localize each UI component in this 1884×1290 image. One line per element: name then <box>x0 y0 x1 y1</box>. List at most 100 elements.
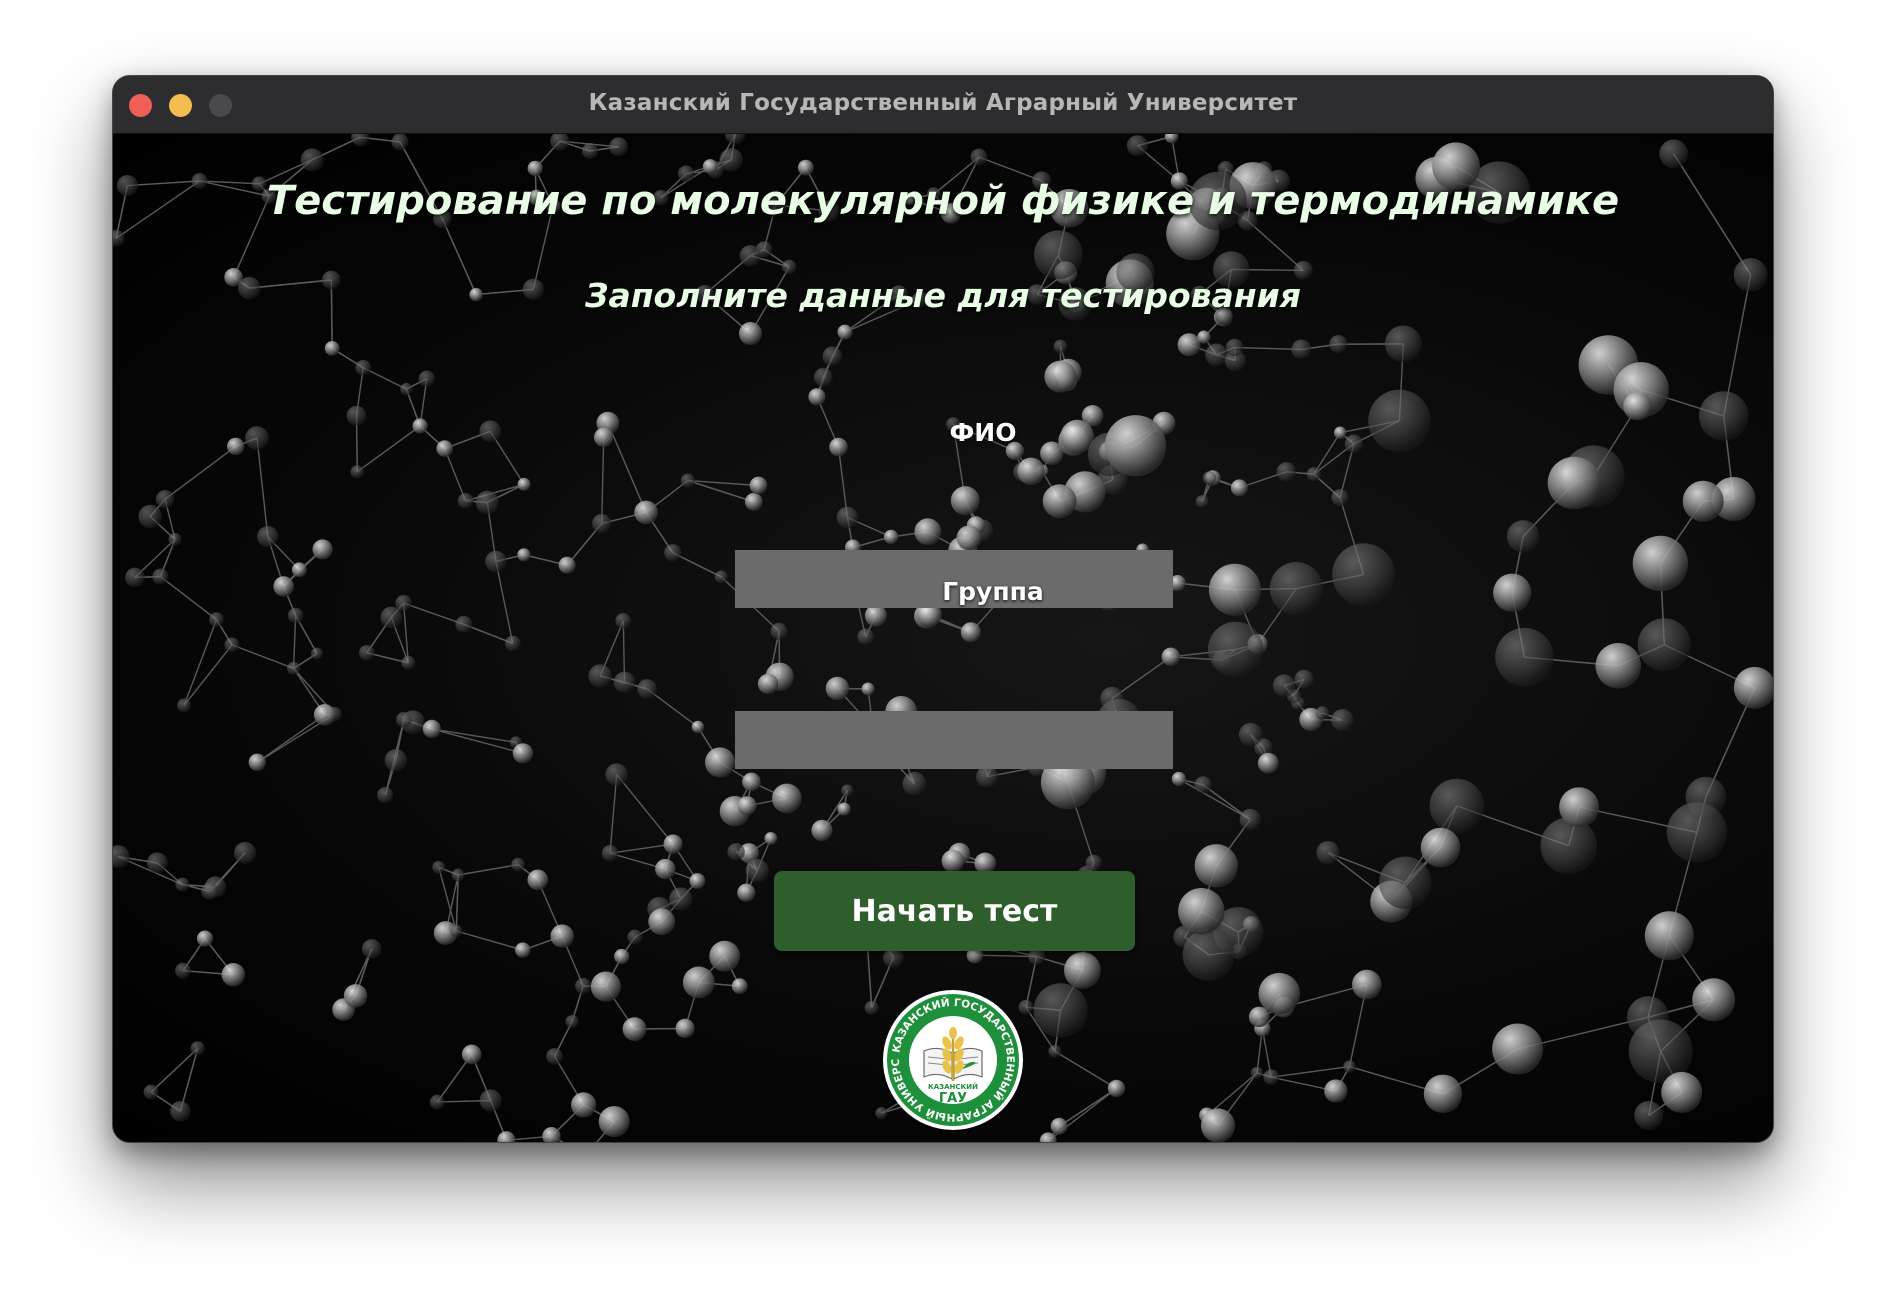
molecule-atom <box>1595 643 1642 689</box>
molecule-atom <box>146 852 168 874</box>
molecule-atom <box>1329 335 1348 354</box>
molecule-atom <box>350 465 364 479</box>
molecule-atom <box>1205 343 1228 367</box>
molecule-atom <box>401 655 416 670</box>
molecule-atom <box>725 134 746 145</box>
molecule-atom <box>1107 1079 1126 1098</box>
molecule-atom <box>1207 621 1264 678</box>
molecule-atom <box>175 962 192 979</box>
molecule-atom <box>527 160 543 176</box>
molecule-atom <box>1250 1066 1264 1079</box>
molecule-atom <box>1177 333 1201 357</box>
start-test-button[interactable]: Начать тест <box>774 871 1135 951</box>
molecule-atom <box>1104 415 1167 477</box>
molecule-atom <box>861 682 875 696</box>
molecule-atom <box>731 978 748 995</box>
molecule-atom <box>749 476 768 495</box>
molecule-atom <box>224 637 240 653</box>
molecule-atom <box>739 245 762 267</box>
molecule-bond <box>256 438 269 537</box>
molecule-atom <box>1197 330 1211 344</box>
molecule-bond <box>1313 432 1341 475</box>
molecule-atom <box>1506 520 1540 553</box>
molecule-bond <box>601 437 605 524</box>
molecule-atom <box>864 604 887 627</box>
molecule-atom <box>1258 972 1301 1015</box>
molecule-atom <box>637 679 657 699</box>
molecule-atom <box>1171 771 1186 787</box>
molecule-atom <box>1623 392 1652 421</box>
molecule-atom <box>436 440 454 457</box>
molecule-bond <box>495 561 514 644</box>
molecule-atom <box>400 382 413 396</box>
molecule-atom <box>634 500 658 525</box>
molecule-atom <box>837 324 853 340</box>
fio-label: ФИО <box>949 418 1017 447</box>
molecule-atom <box>138 504 162 529</box>
group-input[interactable] <box>735 711 1173 769</box>
molecule-atom <box>177 698 192 713</box>
molecule-atom <box>1547 456 1601 510</box>
molecule-atom <box>680 473 696 488</box>
molecule-atom <box>1559 787 1600 828</box>
logo-inner-small-text: КАЗАНСКИЙ <box>928 1082 978 1091</box>
molecule-atom <box>745 859 769 883</box>
molecule-atom <box>675 1018 695 1038</box>
molecule-atom <box>605 763 628 786</box>
molecule-atom <box>1208 563 1261 616</box>
molecule-atom <box>429 1094 445 1110</box>
molecule-atom <box>461 1044 482 1065</box>
molecule-atom <box>1331 489 1349 507</box>
molecule-atom <box>396 711 412 728</box>
molecule-atom <box>1182 928 1235 981</box>
molecule-atom <box>609 137 629 157</box>
molecule-atom <box>190 1041 205 1056</box>
molecule-atom <box>125 567 145 588</box>
molecule-atom <box>1200 1108 1236 1142</box>
molecule-atom <box>1423 1074 1463 1113</box>
molecule-bond <box>607 422 647 513</box>
molecule-atom <box>209 612 224 627</box>
molecule-atom <box>391 134 409 151</box>
molecule-atom <box>201 882 219 900</box>
group-label: Группа <box>942 577 1044 606</box>
molecule-atom <box>377 787 394 804</box>
molecule-atom <box>1692 978 1736 1022</box>
molecule-bond <box>687 479 759 487</box>
molecule-bond <box>159 576 217 621</box>
molecule-atom <box>505 635 521 652</box>
molecule-atom <box>155 490 175 509</box>
molecule-atom <box>1257 752 1279 774</box>
molecule-bond <box>609 774 618 854</box>
molecule-atom <box>757 673 779 695</box>
molecule-atom <box>380 606 403 629</box>
molecule-atom <box>664 544 682 562</box>
molecule-bond <box>150 1047 199 1093</box>
molecule-atom <box>1033 983 1088 1038</box>
molecule-atom <box>941 849 965 873</box>
molecule-atom <box>689 873 706 889</box>
title-bar[interactable]: Казанский Государственный Аграрный Униве… <box>113 76 1773 134</box>
molecule-atom <box>558 556 576 574</box>
molecule-atom <box>1379 856 1432 909</box>
molecule-atom <box>594 427 614 447</box>
molecule-atom <box>1495 627 1554 687</box>
main-content: Тестирование по молекулярной физике и те… <box>113 134 1773 1142</box>
molecule-bond <box>231 644 294 670</box>
molecule-atom <box>457 493 474 509</box>
molecule-atom <box>1334 426 1347 439</box>
molecule-atom <box>168 532 182 546</box>
molecule-atom <box>1632 535 1689 592</box>
molecule-atom <box>588 664 612 688</box>
molecule-atom <box>1316 841 1340 865</box>
molecule-atom <box>1324 1079 1348 1103</box>
molecule-bond <box>256 714 326 763</box>
molecule-atom <box>883 529 899 545</box>
molecule-atom <box>257 526 279 548</box>
molecule-atom <box>196 930 214 947</box>
molecule-atom <box>601 845 619 862</box>
molecule-bond <box>183 619 218 706</box>
molecule-atom <box>143 1084 159 1100</box>
molecule-atom <box>1161 647 1181 666</box>
molecule-atom <box>1540 817 1597 874</box>
